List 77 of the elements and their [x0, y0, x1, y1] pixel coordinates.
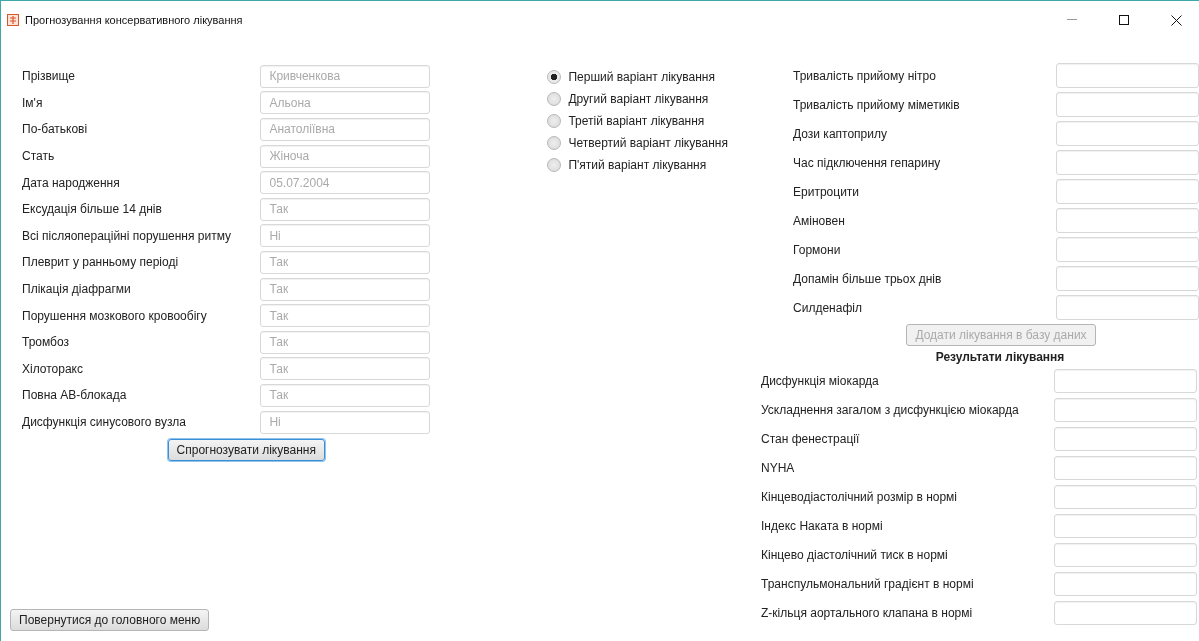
radio-option[interactable]: П'ятий варіант лікування — [547, 154, 762, 176]
input-field[interactable] — [1054, 542, 1197, 567]
field-label: Дата народження — [22, 175, 120, 190]
field-label: Ім'я — [22, 95, 43, 110]
input-field[interactable]: Ні — [260, 224, 431, 248]
field-label: Хілоторакс — [22, 361, 83, 376]
field-label: Прізвище — [22, 69, 75, 84]
field-label: Ексудація більше 14 днів — [22, 202, 162, 217]
field-label: Повна АВ-блокада — [22, 388, 127, 403]
input-field[interactable] — [1054, 600, 1197, 625]
field-label: Тривалість прийому міметиків — [793, 97, 960, 112]
input-field[interactable] — [1056, 179, 1199, 204]
input-field[interactable] — [1056, 63, 1199, 88]
input-field[interactable] — [1056, 92, 1199, 117]
field-label: Дисфункція міокарда — [761, 373, 879, 388]
input-field[interactable] — [1056, 121, 1199, 146]
field-label: Допамін більше трьох днів — [793, 271, 942, 286]
input-field[interactable]: Ні — [260, 410, 431, 434]
field-label: Кінцеводіастолічний розмір в нормі — [761, 489, 957, 504]
input-field[interactable]: Так — [260, 304, 431, 328]
field-label: Тромбоз — [22, 335, 70, 350]
close-icon — [1170, 14, 1182, 26]
minimize-icon — [1067, 19, 1077, 21]
field-label: Z-кільця аортального клапана в нормі — [761, 605, 973, 620]
input-field[interactable] — [1056, 208, 1199, 233]
radio-option[interactable]: Другий варіант лікування — [547, 88, 762, 110]
field-label: Плікація діафрагми — [22, 282, 131, 297]
window-title: Прогнозування консервативного лікування — [25, 14, 244, 26]
field-label: Всі післяопераційні порушення ритму — [22, 228, 232, 243]
field-label: Еритроцити — [793, 184, 860, 199]
section-heading: Результати лікування — [935, 350, 1065, 364]
maximize-icon — [1119, 15, 1129, 25]
predict-button[interactable]: Спрогнозувати лікування — [167, 439, 325, 462]
field-label: Індекс Наката в нормі — [761, 518, 883, 533]
field-label: Силденафіл — [793, 300, 862, 315]
radio-option[interactable]: Перший варіант лікування — [547, 66, 762, 88]
field-label: Тривалість прийому нітро — [793, 68, 936, 83]
back-button[interactable]: Повернутися до головного меню — [10, 609, 210, 631]
input-field[interactable] — [1054, 455, 1197, 480]
radio-option[interactable]: Четвертий варіант лікування — [547, 132, 762, 154]
field-label: Стать — [22, 149, 55, 164]
input-field[interactable]: Так — [260, 330, 431, 354]
field-label: Транспульмональний градієнт в нормі — [761, 576, 974, 591]
input-field[interactable]: Так — [260, 383, 431, 407]
input-field[interactable] — [1056, 150, 1199, 175]
input-field[interactable] — [1054, 484, 1197, 509]
input-field[interactable]: Так — [260, 277, 431, 301]
input-field[interactable]: 05.07.2004 — [260, 171, 431, 195]
input-field[interactable]: Альона — [260, 91, 431, 115]
input-field[interactable] — [1054, 397, 1197, 422]
input-field[interactable] — [1054, 571, 1197, 596]
radio-option[interactable]: Третій варіант лікування — [547, 110, 762, 132]
field-label: Ускладнення загалом з дисфункцією міокарда — [761, 402, 1019, 417]
input-field[interactable]: Так — [260, 197, 431, 221]
field-label: Гормони — [793, 242, 841, 257]
field-label: Плеврит у ранньому періоді — [22, 255, 179, 270]
input-field[interactable] — [1054, 368, 1197, 393]
field-label: Дисфункція синусового вузла — [22, 415, 186, 429]
input-field[interactable]: Так — [260, 250, 431, 274]
input-field[interactable] — [1054, 513, 1197, 538]
input-field[interactable]: Жіноча — [260, 144, 431, 168]
field-label: Час підключення гепарину — [793, 155, 941, 170]
input-field[interactable] — [1056, 237, 1199, 262]
field-label: NYHA — [761, 460, 795, 475]
field-label: Кінцево діастолічний тиск в нормі — [761, 547, 948, 562]
field-label: По-батькові — [22, 122, 88, 137]
input-field[interactable] — [1054, 426, 1197, 451]
field-label: Аміновен — [793, 213, 845, 228]
input-field[interactable]: Анатоліївна — [260, 118, 431, 141]
input-field[interactable]: Так — [260, 357, 431, 381]
app-icon — [7, 14, 19, 26]
field-label: Дози каптоприлу — [793, 126, 887, 141]
field-label: Стан фенестрації — [761, 431, 860, 446]
input-field[interactable]: Кривченкова — [260, 64, 431, 88]
field-label: Порушення мозкового кровообігу — [22, 308, 207, 323]
input-field[interactable] — [1056, 295, 1199, 320]
input-field[interactable] — [1056, 266, 1199, 291]
